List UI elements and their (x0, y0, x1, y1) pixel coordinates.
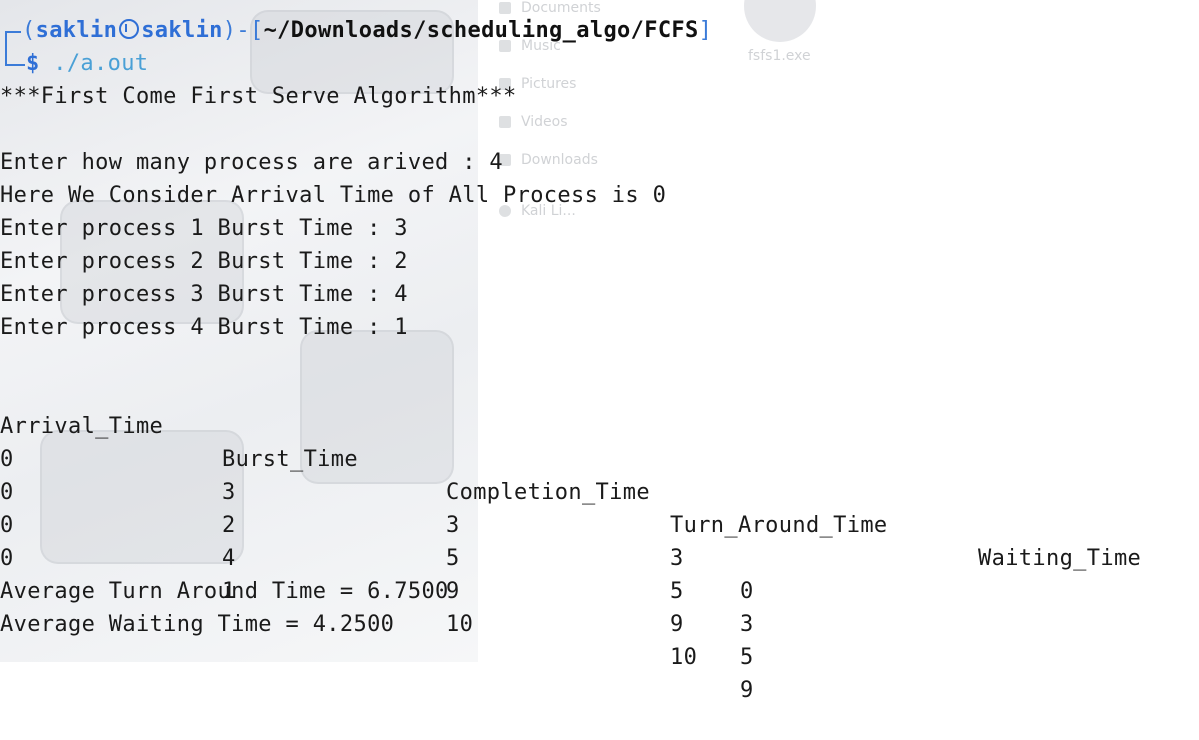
output-line: Enter process 3 Burst Time : 4 (0, 282, 408, 307)
prompt-open-paren: ( (22, 18, 36, 43)
prompt-dollar: $ (26, 51, 40, 76)
table-row: 0 4 9 9 5 (0, 476, 1199, 670)
cell-waiting-time: 3 (740, 612, 754, 637)
output-line: Enter process 1 Burst Time : 3 (0, 216, 408, 241)
prompt-header: (saklin saklin)-[~/Downloads/scheduling_a… (22, 14, 712, 47)
cell-turnaround-time: 3 (670, 546, 684, 571)
cell-waiting-time: 0 (740, 579, 754, 604)
kali-logo-icon (119, 19, 140, 39)
average-waiting-line: Average Waiting Time = 4.2500 (0, 612, 395, 637)
cell-burst-time: 4 (222, 546, 236, 571)
prompt-host: saklin (141, 18, 223, 43)
table-row: 0 1 10 10 9 (0, 509, 1199, 703)
cell-arrival-time: 0 (0, 546, 14, 571)
prompt-close-bracket: ] (698, 18, 713, 43)
output-line: Enter process 2 Burst Time : 2 (0, 249, 408, 274)
table-row: 0 3 3 3 0 (0, 410, 1199, 604)
cell-completion-time: 5 (446, 546, 460, 571)
cell-turnaround-time: 9 (670, 612, 684, 637)
cell-turnaround-time: 5 (670, 579, 684, 604)
terminal-window[interactable]: (saklin saklin)-[~/Downloads/scheduling_a… (0, 0, 1199, 703)
prompt-user: saklin (35, 18, 118, 43)
cell-completion-time: 10 (446, 612, 474, 637)
cell-turnaround-time: 10 (670, 645, 698, 670)
cell-waiting-time: 5 (740, 645, 754, 670)
output-title: ***First Come First Serve Algorithm*** (0, 84, 517, 109)
output-line: Enter how many process are arived : 4 (0, 150, 504, 175)
output-line: Here We Consider Arrival Time of All Pro… (0, 183, 667, 208)
command-line[interactable]: $ ./a.out (26, 47, 148, 80)
prompt-frame-tail (5, 48, 25, 66)
table-header-row: Arrival_Time Burst_Time Completion_Time … (0, 377, 1199, 571)
prompt-separator: )-[ (222, 18, 264, 43)
col-waiting-time-header: Waiting_Time (978, 546, 1142, 571)
cell-waiting-time: 9 (740, 678, 754, 703)
table-row: 0 2 5 5 3 (0, 443, 1199, 637)
prompt-path: ~/Downloads/scheduling_algo/FCFS (263, 18, 699, 43)
average-turnaround-line: Average Turn Around Time = 6.7500 (0, 579, 449, 604)
output-line: Enter process 4 Burst Time : 1 (0, 315, 408, 340)
command-text: ./a.out (53, 51, 149, 76)
